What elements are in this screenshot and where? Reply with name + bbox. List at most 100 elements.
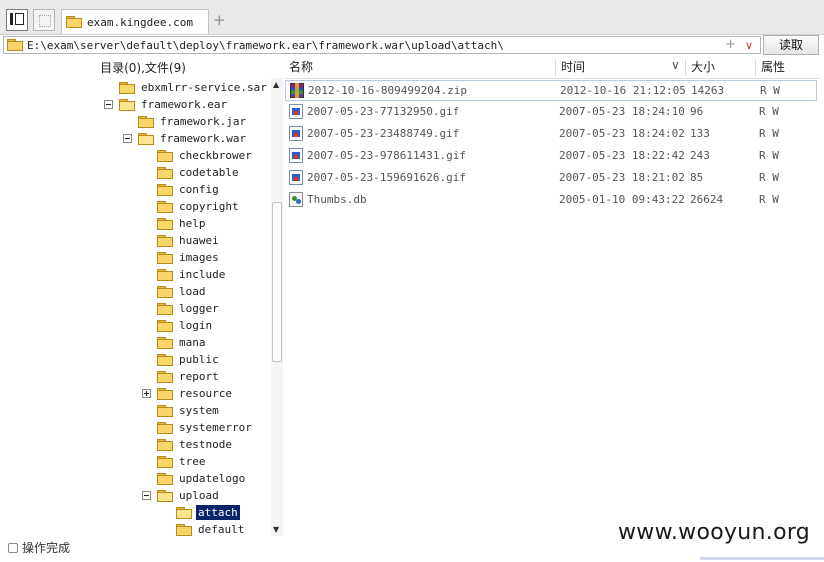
folder-icon — [157, 217, 173, 230]
collapse-minus-icon[interactable] — [123, 134, 132, 143]
tree-node-label[interactable]: logger — [177, 301, 221, 316]
tree-node-label[interactable]: attach — [196, 505, 240, 520]
tree-node[interactable]: include — [157, 266, 227, 283]
file-size: 243 — [690, 149, 710, 162]
tree-node[interactable]: public — [157, 351, 221, 368]
tree-node[interactable]: config — [157, 181, 221, 198]
folder-icon — [157, 421, 173, 434]
scroll-down-icon[interactable]: ▼ — [273, 525, 279, 534]
tree-node[interactable]: logger — [157, 300, 221, 317]
folder-icon — [119, 81, 135, 94]
file-row[interactable]: 2007-05-23-23488749.gif 2007-05-23 18:24:… — [285, 124, 817, 145]
column-divider[interactable] — [685, 59, 686, 76]
tree-node[interactable]: resource — [142, 385, 234, 402]
tree-node-label[interactable]: codetable — [177, 165, 241, 180]
scrollbar-thumb[interactable] — [272, 202, 282, 362]
tree-node-label[interactable]: upload — [177, 488, 221, 503]
tree-node[interactable]: attach — [176, 504, 240, 521]
tree-node[interactable]: framework.ear — [104, 96, 229, 113]
folder-icon — [157, 353, 173, 366]
tree-node-label[interactable]: login — [177, 318, 214, 333]
tree-node[interactable]: testnode — [157, 436, 234, 453]
tree-node[interactable]: ebxmlrr-service.sar — [119, 79, 269, 96]
scroll-up-icon[interactable]: ▲ — [273, 80, 279, 89]
tree-node-label[interactable]: copyright — [177, 199, 241, 214]
file-name: 2012-10-16-809499204.zip — [308, 84, 467, 97]
panel-toggle-icon[interactable] — [6, 9, 28, 31]
tree-node[interactable]: huawei — [157, 232, 221, 249]
tree-node-label[interactable]: framework.war — [158, 131, 248, 146]
tree-node[interactable]: images — [157, 249, 221, 266]
collapse-minus-icon[interactable] — [142, 491, 151, 500]
file-row[interactable]: Thumbs.db 2005-01-10 09:43:22 26624 R W — [285, 190, 817, 211]
tree-node-label[interactable]: help — [177, 216, 208, 231]
plus-icon[interactable]: + — [725, 37, 736, 52]
chevron-down-icon[interactable]: ∨ — [745, 39, 753, 52]
read-button[interactable]: 读取 — [763, 35, 819, 55]
tab-exam-kingdee[interactable]: exam.kingdee.com — [61, 9, 209, 34]
tree-node-label[interactable]: default — [196, 522, 246, 536]
tree-node-label[interactable]: checkbrower — [177, 148, 254, 163]
tree-node-label[interactable]: resource — [177, 386, 234, 401]
tree-node-label[interactable]: report — [177, 369, 221, 384]
folder-icon — [157, 387, 173, 400]
tree-node-label[interactable]: config — [177, 182, 221, 197]
tree-node-label[interactable]: framework.jar — [158, 114, 248, 129]
blank-tab-icon[interactable] — [33, 9, 55, 31]
file-time: 2007-05-23 18:22:42 — [559, 149, 685, 162]
tree-node-label[interactable]: public — [177, 352, 221, 367]
tree-scrollbar[interactable]: ▲ ▼ — [271, 78, 283, 536]
file-row[interactable]: 2007-05-23-978611431.gif 2007-05-23 18:22… — [285, 146, 817, 167]
tree-node[interactable]: systemerror — [157, 419, 254, 436]
collapse-minus-icon[interactable] — [104, 100, 113, 109]
tree-node[interactable]: updatelogo — [157, 470, 247, 487]
tree-node[interactable]: checkbrower — [157, 147, 254, 164]
file-row[interactable]: 2007-05-23-159691626.gif 2007-05-23 18:21… — [285, 168, 817, 189]
tree-node-label[interactable]: systemerror — [177, 420, 254, 435]
tree-node-label[interactable]: include — [177, 267, 227, 282]
tree-node-label[interactable]: system — [177, 403, 221, 418]
expand-plus-icon[interactable] — [142, 389, 151, 398]
tree-node[interactable]: framework.war — [123, 130, 248, 147]
tree-node[interactable]: framework.jar — [138, 113, 248, 130]
file-name: Thumbs.db — [307, 193, 367, 206]
tree-node-label[interactable]: mana — [177, 335, 208, 350]
tree-node-label[interactable]: huawei — [177, 233, 221, 248]
file-row[interactable]: 2012-10-16-809499204.zip 2012-10-16 21:12… — [285, 80, 817, 101]
tree-node-label[interactable]: testnode — [177, 437, 234, 452]
column-header-time[interactable]: 时间 — [561, 57, 585, 78]
tree-node[interactable]: upload — [142, 487, 221, 504]
address-path[interactable]: E:\exam\server\default\deploy\framework.… — [27, 39, 504, 52]
tree-header: 目录(0),文件(9) — [100, 61, 186, 75]
column-header-name[interactable]: 名称 — [289, 57, 313, 78]
tree-node-label[interactable]: tree — [177, 454, 208, 469]
tree-node-label[interactable]: load — [177, 284, 208, 299]
folder-icon — [157, 455, 173, 468]
column-header-attributes[interactable]: 属性 — [761, 57, 785, 78]
tree-node[interactable]: mana — [157, 334, 208, 351]
tree-node[interactable]: report — [157, 368, 221, 385]
address-bar[interactable]: E:\exam\server\default\deploy\framework.… — [3, 36, 761, 54]
tree-node[interactable]: help — [157, 215, 208, 232]
tree-node-label[interactable]: ebxmlrr-service.sar — [139, 80, 269, 95]
tree-node[interactable]: codetable — [157, 164, 241, 181]
tree-node[interactable]: copyright — [157, 198, 241, 215]
file-row[interactable]: 2007-05-23-77132950.gif 2007-05-23 18:24:… — [285, 102, 817, 123]
folder-icon — [157, 285, 173, 298]
column-divider[interactable] — [555, 59, 556, 76]
folder-icon — [157, 472, 173, 485]
tree-node-label[interactable]: framework.ear — [139, 97, 229, 112]
file-attributes: R W — [759, 193, 779, 206]
column-divider[interactable] — [755, 59, 756, 76]
tree-node-label[interactable]: updatelogo — [177, 471, 247, 486]
file-size: 96 — [690, 105, 704, 118]
tree-node[interactable]: load — [157, 283, 208, 300]
tree-node-label[interactable]: images — [177, 250, 221, 265]
tree-node[interactable]: system — [157, 402, 221, 419]
add-tab-button[interactable]: + — [213, 11, 226, 29]
tree-node[interactable]: login — [157, 317, 214, 334]
tree-node[interactable]: tree — [157, 453, 208, 470]
column-header-size[interactable]: 大小 — [691, 57, 715, 78]
tree-node[interactable]: default — [176, 521, 246, 536]
sort-descending-icon[interactable]: ∨ — [671, 58, 680, 72]
